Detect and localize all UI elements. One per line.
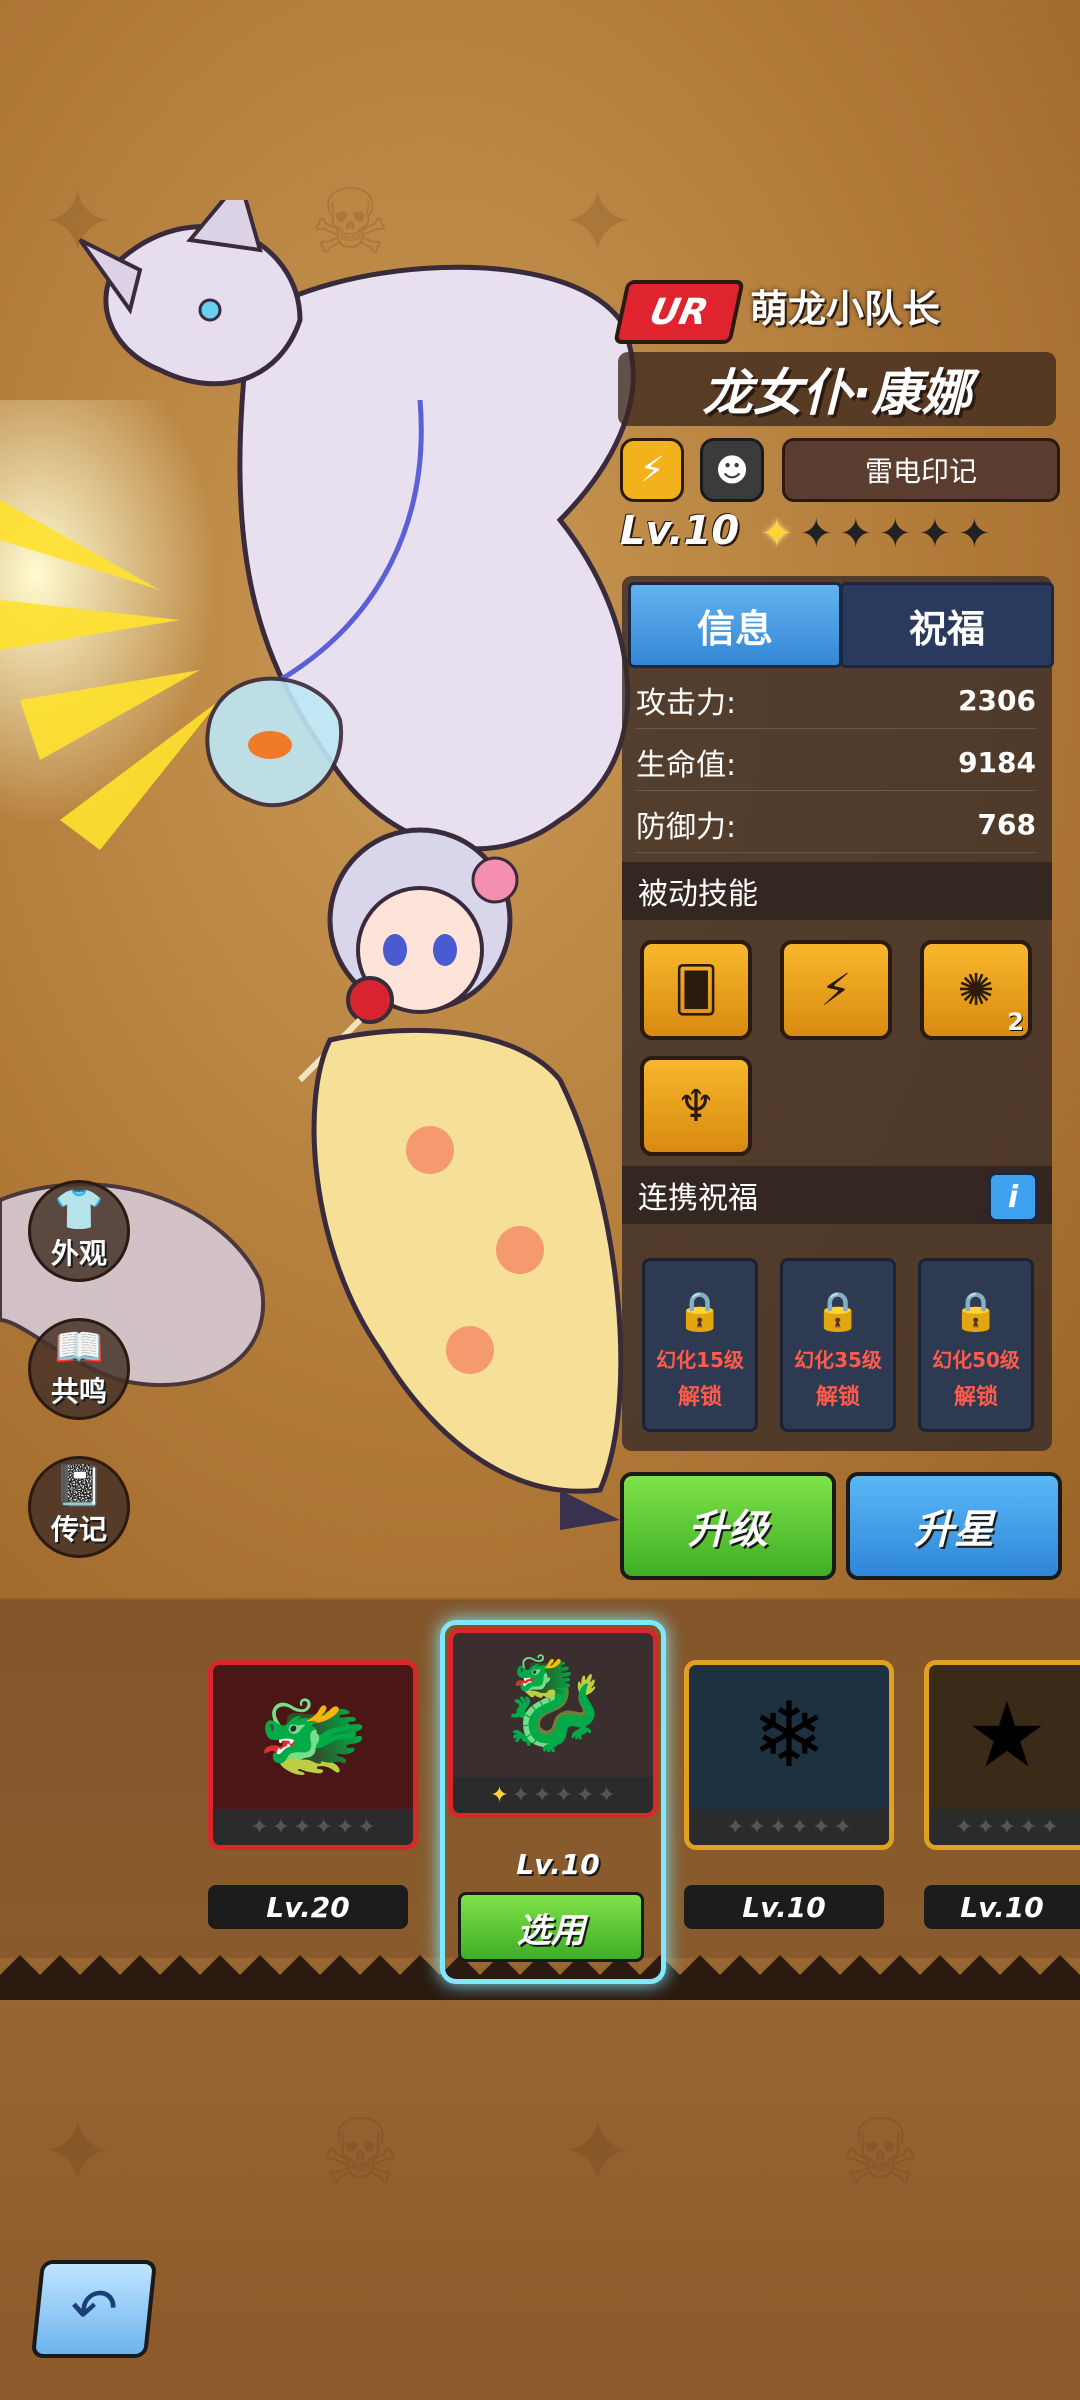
skill-count: 2 <box>1007 1008 1024 1036</box>
tab-blessing[interactable]: 祝福 <box>840 582 1054 668</box>
bg-pattern-icon: ☠ <box>840 2100 921 2205</box>
beast-mask-icon[interactable]: ☻ <box>700 438 764 502</box>
unlock-requirement: 幻化50级 <box>932 1348 1020 1372</box>
star-filled-icon: ✦ <box>760 511 794 557</box>
link-blessing-title: 连携祝福 <box>638 1181 758 1216</box>
white-dragon-icon: 🐉 <box>496 1650 610 1756</box>
green-dragon-icon: 🐲 <box>256 1682 370 1788</box>
lightning-icon[interactable]: ⚡ <box>620 438 684 502</box>
stat-row-attack: 攻击力: 2306 <box>636 672 1036 729</box>
card-level: Lv.10 <box>684 1885 884 1929</box>
lock-icon: 🔒 <box>814 1289 862 1333</box>
hero-card[interactable]: 🐲 ✦ ✦ ✦ ✦ ✦ ✦ <box>208 1660 418 1850</box>
stat-label: 防御力: <box>636 810 737 845</box>
unlock-requirement: 幻化35级 <box>794 1348 882 1372</box>
appearance-button[interactable]: 👕 外观 <box>28 1180 130 1282</box>
stat-row-hp: 生命值: 9184 <box>636 734 1036 791</box>
card-level: Lv.20 <box>208 1885 408 1929</box>
biography-label: 传记 <box>50 1513 107 1546</box>
unlock-label: 解锁 <box>677 1385 722 1410</box>
ice-beast-icon: ❄ <box>751 1682 827 1788</box>
hero-card-selected[interactable]: 🐉 ✦ ✦ ✦ ✦ ✦ ✦ <box>448 1628 658 1818</box>
unlock-label: 解锁 <box>815 1385 860 1410</box>
shield-burst-icon[interactable]: ✺ 2 <box>920 940 1032 1040</box>
hero-level: Lv.10 <box>620 508 740 554</box>
card-level: Lv.10 <box>516 1848 600 1881</box>
resonance-label: 共鸣 <box>50 1375 107 1408</box>
locked-blessing-slot[interactable]: 🔒 幻化15级 解锁 <box>642 1258 758 1432</box>
lock-icon: 🔒 <box>676 1289 724 1333</box>
card-stars: ✦ ✦ ✦ ✦ ✦ ✦ <box>689 1809 889 1845</box>
star-empty-icon: ✦ <box>957 511 992 557</box>
book-icon: 📖 <box>54 1325 104 1371</box>
passive-skills-header: 被动技能 <box>622 862 1052 920</box>
tab-info[interactable]: 信息 <box>628 582 842 668</box>
card-stars: ✦ ✦ ✦ ✦ ✦ ✦ <box>213 1809 413 1845</box>
hero-card[interactable]: ❄ ✦ ✦ ✦ ✦ ✦ ✦ <box>684 1660 894 1850</box>
hero-name: 龙女仆·康娜 <box>618 352 1056 426</box>
locked-blessing-slot[interactable]: 🔒 幻化35级 解锁 <box>780 1258 896 1432</box>
star-rating: ✦ ✦ ✦ ✦ ✦ ✦ <box>760 512 991 556</box>
card-stars: ✦ ✦ ✦ ✦ ✦ <box>929 1809 1080 1845</box>
card-stars: ✦ ✦ ✦ ✦ ✦ ✦ <box>453 1777 653 1813</box>
star-empty-icon: ✦ <box>839 511 873 557</box>
hero-card[interactable]: ★ ✦ ✦ ✦ ✦ ✦ <box>924 1660 1080 1850</box>
upgrade-button[interactable]: 升级 <box>620 1472 836 1580</box>
stat-label: 攻击力: <box>636 686 737 721</box>
resonance-button[interactable]: 📖 共鸣 <box>28 1318 130 1420</box>
stat-value: 2306 <box>958 683 1036 717</box>
unlock-label: 解锁 <box>953 1385 998 1410</box>
stat-row-defense: 防御力: 768 <box>636 796 1036 853</box>
appearance-label: 外观 <box>50 1237 107 1270</box>
horned-helmet-icon[interactable]: ♆ <box>640 1056 752 1156</box>
unlock-requirement: 幻化15级 <box>656 1348 744 1372</box>
bg-pattern-icon: ✦ <box>40 2100 116 2205</box>
rarity-badge: UR <box>613 280 745 344</box>
stat-value: 9184 <box>958 745 1036 779</box>
star-empty-icon: ✦ <box>799 511 834 557</box>
hero-subtitle: 萌龙小队长 <box>750 287 941 331</box>
shirt-icon: 👕 <box>54 1187 104 1233</box>
bg-pattern-icon: ☠ <box>320 2100 401 2205</box>
lightning-burst-icon[interactable]: ⚡ <box>780 940 892 1040</box>
star-empty-icon: ✦ <box>878 511 913 557</box>
stat-label: 生命值: <box>636 748 737 783</box>
stat-value: 768 <box>977 807 1036 841</box>
select-button[interactable]: 选用 <box>458 1892 644 1962</box>
biography-button[interactable]: 📓 传记 <box>28 1456 130 1558</box>
locked-blessing-slot[interactable]: 🔒 幻化50级 解锁 <box>918 1258 1034 1432</box>
star-up-button[interactable]: 升星 <box>846 1472 1062 1580</box>
card-level: Lv.10 <box>924 1885 1080 1929</box>
back-button[interactable]: ↶ <box>30 2260 158 2358</box>
back-arrow-icon: ↶ <box>67 2276 121 2342</box>
bg-pattern-icon: ✦ <box>560 2100 636 2205</box>
info-panel: 信息 祝福 攻击力: 2306 生命值: 9184 防御力: 768 被动技能 … <box>622 576 1054 1451</box>
cards-dice-icon[interactable]: 🂠 <box>640 940 752 1040</box>
lock-icon: 🔒 <box>952 1289 1000 1333</box>
journal-icon: 📓 <box>54 1463 104 1509</box>
star-empty-icon: ✦ <box>918 511 952 557</box>
mark-badge[interactable]: 雷电印记 <box>782 438 1060 502</box>
info-button[interactable]: i <box>988 1172 1038 1222</box>
yellow-creature-icon: ★ <box>966 1682 1048 1788</box>
